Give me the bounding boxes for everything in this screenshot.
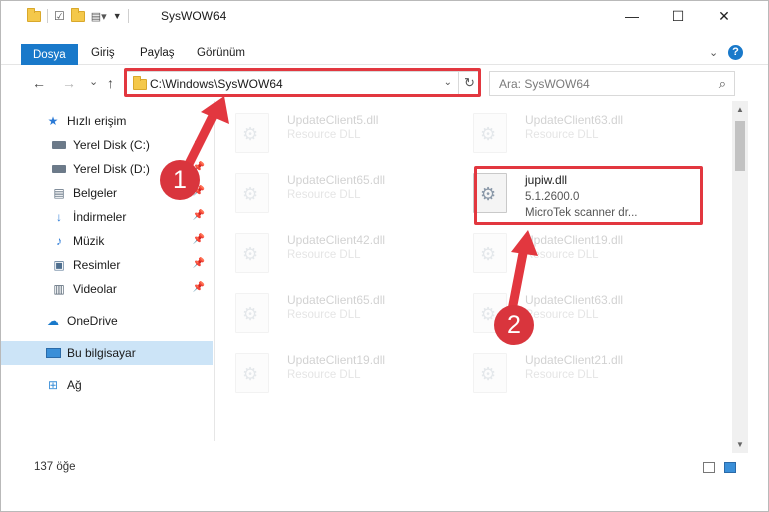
step-1-badge: 1 [160,160,200,200]
step-2-badge: 2 [494,305,534,345]
arrow-2 [507,243,529,315]
arrow-1 [181,105,221,175]
annotation-arrows [181,96,538,315]
arrowhead-2 [511,230,538,256]
